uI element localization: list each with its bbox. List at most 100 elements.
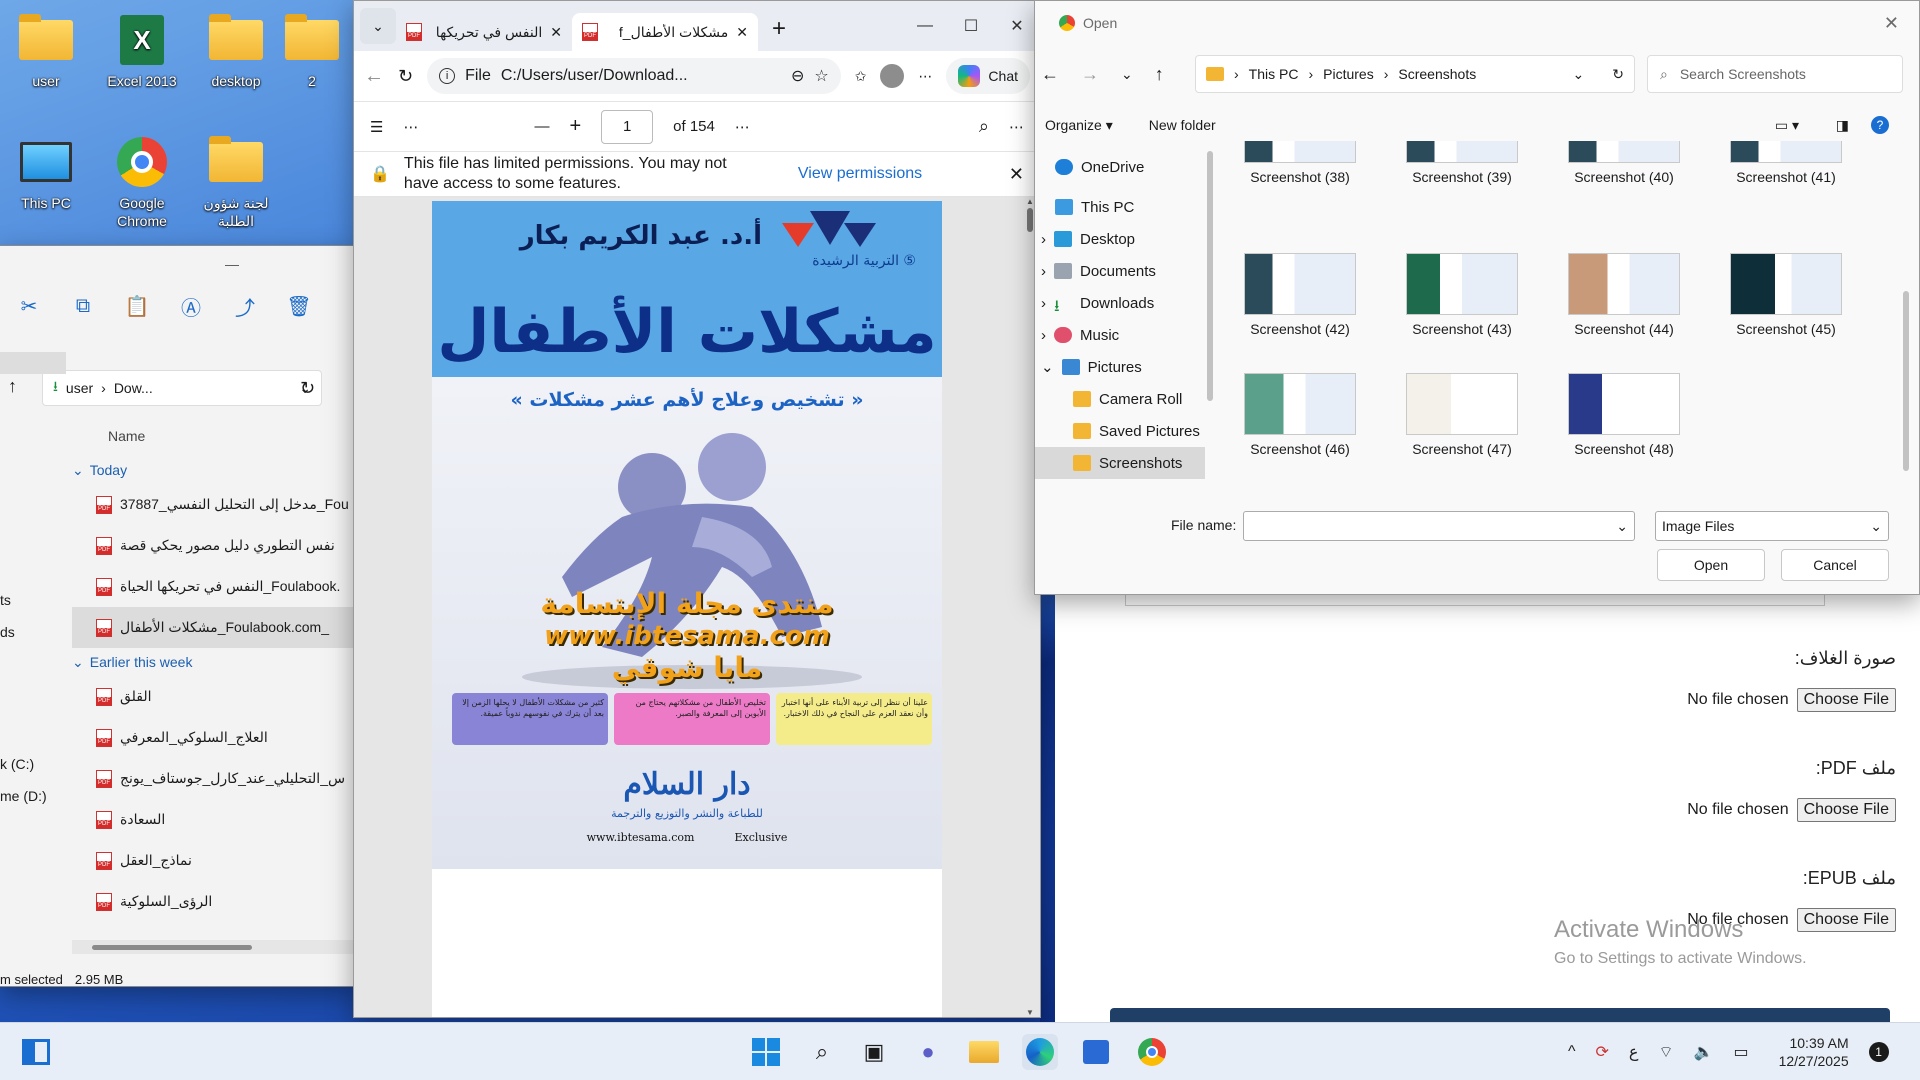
list-item[interactable]: س_التحليلي_عند_كارل_جوستاف_يونج xyxy=(72,758,362,799)
thumbnail-item[interactable]: Screenshot (38) xyxy=(1225,141,1375,185)
desktop-icon-2[interactable]: 2 xyxy=(282,12,342,90)
choose-epub-file-button[interactable]: Choose File xyxy=(1796,908,1896,932)
tree-item-pictures[interactable]: ⌄ Pictures xyxy=(1035,351,1205,383)
copilot-chat-button[interactable]: Chat xyxy=(946,58,1030,94)
tree-item-downloads[interactable]: › ⭳ Downloads xyxy=(1035,287,1205,319)
pdf-viewer-area[interactable]: أ.د. عبد الكريم بكار التربية الرشيدة ⑤ م… xyxy=(354,197,1040,1017)
tab-pdf-2-active[interactable]: مشكلات الأطفال_f ✕ xyxy=(572,13,758,51)
zoom-in-button[interactable]: + xyxy=(569,115,581,138)
url-field[interactable]: i File C:/Users/user/Download... ⊖ ☆ xyxy=(427,58,841,94)
dialog-search-field[interactable]: ⌕ Search Screenshots xyxy=(1647,55,1903,93)
share-icon[interactable]: ⤴ xyxy=(232,293,258,320)
list-item[interactable]: العلاج_السلوكي_المعرفي xyxy=(72,717,362,758)
close-icon[interactable]: ✕ xyxy=(1884,13,1899,34)
minimize-button[interactable]: — xyxy=(902,1,948,51)
thumbnails-scrollbar[interactable] xyxy=(1903,291,1909,471)
battery-icon[interactable]: ▭ xyxy=(1733,1042,1748,1062)
breadcrumb-pictures[interactable]: Pictures xyxy=(1323,66,1374,82)
close-icon[interactable]: ✕ xyxy=(1009,164,1024,185)
breadcrumb-this-pc[interactable]: This PC xyxy=(1249,66,1299,82)
more-options-icon[interactable]: ⋯ xyxy=(918,68,932,85)
desktop-icon-user[interactable]: user xyxy=(0,12,92,90)
list-item[interactable]: السعادة xyxy=(72,799,362,840)
explorer-breadcrumb[interactable]: ⭳ user › Dow... ⌄ xyxy=(42,370,322,406)
list-item[interactable]: النفس في تحريكها الحياة_Foulabook. xyxy=(72,566,362,607)
file-type-select[interactable]: Image Files ⌄ xyxy=(1655,511,1889,541)
start-windows-icon[interactable] xyxy=(748,1034,784,1070)
tree-item-camera-roll[interactable]: Camera Roll xyxy=(1035,383,1205,415)
submit-button-top[interactable] xyxy=(1110,1008,1890,1022)
choose-pdf-file-button[interactable]: Choose File xyxy=(1796,798,1896,822)
close-icon[interactable]: ✕ xyxy=(550,24,562,41)
breadcrumb-user[interactable]: user xyxy=(66,380,93,396)
horizontal-scrollbar[interactable] xyxy=(72,940,356,954)
file-explorer-icon[interactable] xyxy=(966,1034,1002,1070)
view-permissions-link[interactable]: View permissions xyxy=(798,165,922,183)
view-options-icon[interactable]: ▭ ▾ xyxy=(1775,117,1799,134)
nav-item[interactable]: ds xyxy=(0,616,47,648)
store-icon[interactable] xyxy=(1078,1034,1114,1070)
close-icon[interactable]: ✕ xyxy=(736,24,748,41)
thumbnail-item[interactable]: Screenshot (42) xyxy=(1225,253,1375,337)
group-today[interactable]: ⌄ Today xyxy=(72,456,362,484)
thumbnail-item[interactable]: Screenshot (43) xyxy=(1387,253,1537,337)
tree-item-onedrive[interactable]: OneDrive xyxy=(1035,151,1205,183)
chrome-icon[interactable] xyxy=(1134,1034,1170,1070)
recent-chevron-icon[interactable]: ⌄ xyxy=(1121,66,1133,83)
desktop-icon-chrome[interactable]: Google Chrome xyxy=(96,134,188,230)
task-view-icon[interactable]: ▣ xyxy=(856,1034,892,1070)
chevron-up-icon[interactable]: ^ xyxy=(1568,1043,1576,1061)
nav-item[interactable]: ts xyxy=(0,584,47,616)
thumbnail-item[interactable]: Screenshot (44) xyxy=(1549,253,1699,337)
dialog-breadcrumb[interactable]: › This PC › Pictures › Screenshots ⌄ ↻ xyxy=(1195,55,1635,93)
choose-cover-file-button[interactable]: Choose File xyxy=(1796,688,1896,712)
file-name-input[interactable]: ⌄ xyxy=(1243,511,1635,541)
new-folder-button[interactable]: New folder xyxy=(1149,117,1216,133)
tab-actions-chevron-icon[interactable]: ⌄ xyxy=(360,8,396,44)
desktop-icon-students-folder[interactable]: لجنة شؤون الطلبة xyxy=(190,134,282,230)
list-item[interactable]: الرؤى_السلوكية xyxy=(72,881,362,922)
back-arrow-icon[interactable]: ← xyxy=(1041,64,1059,85)
tree-item-saved-pictures[interactable]: Saved Pictures xyxy=(1035,415,1205,447)
chevron-down-icon[interactable]: ⌄ xyxy=(1870,518,1882,535)
group-earlier[interactable]: ⌄ Earlier this week xyxy=(72,648,362,676)
up-arrow-icon[interactable]: ↑ xyxy=(1155,64,1164,85)
nav-item-drive-d[interactable]: me (D:) xyxy=(0,780,47,812)
back-arrow-icon[interactable]: ← xyxy=(364,65,384,88)
thumbnail-item[interactable]: Screenshot (40) xyxy=(1549,141,1699,185)
up-arrow-icon[interactable]: ↑ xyxy=(8,376,17,397)
settings-more-icon[interactable]: ⋯ xyxy=(1009,118,1024,136)
chevron-down-icon[interactable]: ⌄ xyxy=(1573,66,1585,83)
tab-pdf-1[interactable]: النفس في تحريكها ✕ xyxy=(396,13,572,51)
copy-icon[interactable]: ⧉ xyxy=(70,293,96,319)
desktop-icon-desktop-folder[interactable]: desktop xyxy=(190,12,282,90)
rename-icon[interactable]: Ⓐ xyxy=(178,293,204,320)
thumbnail-item[interactable]: Screenshot (47) xyxy=(1387,373,1537,457)
page-number-input[interactable]: 1 xyxy=(601,109,654,144)
favorites-icon[interactable]: ✩ xyxy=(855,68,867,85)
refresh-icon[interactable]: ↻ xyxy=(398,66,413,87)
tree-item-documents[interactable]: › Documents xyxy=(1035,255,1205,287)
list-item[interactable]: القلق xyxy=(72,676,362,717)
teams-chat-icon[interactable]: ● xyxy=(910,1034,946,1070)
refresh-icon[interactable]: ↻ xyxy=(300,378,315,399)
maximize-button[interactable]: ☐ xyxy=(948,1,994,51)
list-item[interactable]: 37887_مدخل إلى التحليل النفسي_Fou xyxy=(72,484,362,525)
thumbnail-item[interactable]: Screenshot (46) xyxy=(1225,373,1375,457)
organize-button[interactable]: Organize ▾ xyxy=(1045,117,1113,134)
cut-icon[interactable]: ✂ xyxy=(16,293,42,319)
list-item[interactable]: نفس التطوري دليل مصور يحكي قصة xyxy=(72,525,362,566)
language-indicator[interactable]: ع xyxy=(1629,1042,1639,1062)
more-tools-icon[interactable]: ⋯ xyxy=(403,118,418,136)
open-button[interactable]: Open xyxy=(1657,549,1765,581)
volume-icon[interactable]: 🔈 xyxy=(1694,1042,1714,1062)
forward-arrow-icon[interactable]: → xyxy=(1081,64,1099,85)
delete-icon[interactable]: 🗑 xyxy=(286,293,312,319)
thumbnail-item[interactable]: Screenshot (45) xyxy=(1711,253,1861,337)
search-icon[interactable]: ⌕ xyxy=(804,1034,840,1070)
column-header-name[interactable]: Name xyxy=(108,428,145,444)
clock[interactable]: 10:39 AM 12/27/2025 xyxy=(1779,1034,1849,1070)
paste-icon[interactable]: 📋 xyxy=(124,293,150,319)
tree-scrollbar[interactable] xyxy=(1207,151,1213,401)
tree-item-music[interactable]: › Music xyxy=(1035,319,1205,351)
